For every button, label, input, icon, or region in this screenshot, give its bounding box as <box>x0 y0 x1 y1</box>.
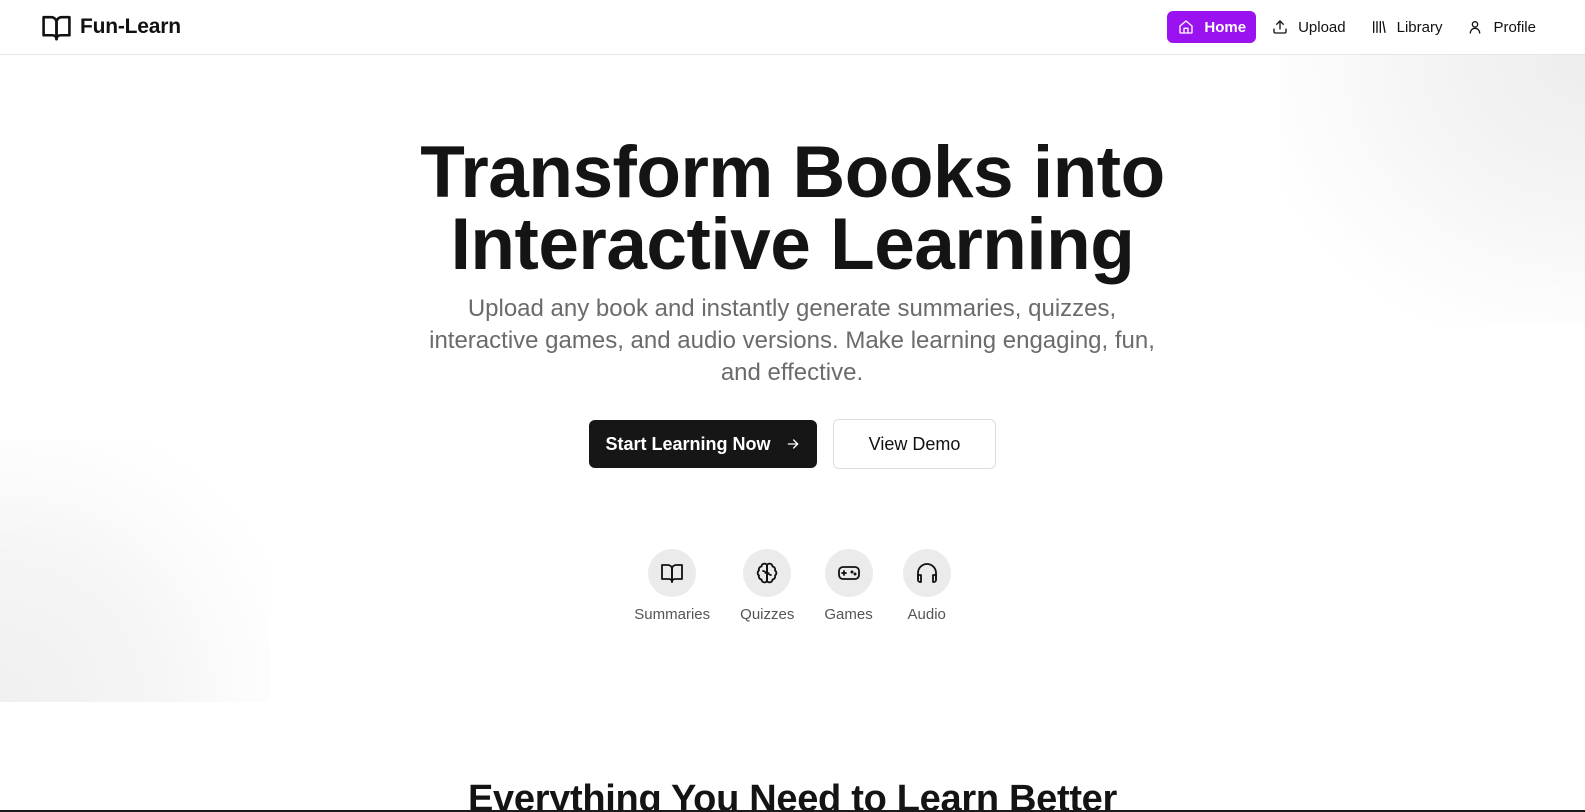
nav-item-profile[interactable]: Profile <box>1457 11 1545 43</box>
nav-item-label: Upload <box>1298 18 1346 36</box>
brand-name: Fun-Learn <box>80 15 181 38</box>
hero-subtitle: Upload any book and instantly generate s… <box>429 295 1155 386</box>
feature-quizzes: Quizzes <box>740 549 794 623</box>
view-demo-label: View Demo <box>868 433 961 454</box>
hero-title-line-1: Transform Books into <box>420 132 1165 213</box>
nav-item-upload[interactable]: Upload <box>1262 11 1355 43</box>
upload-icon <box>1272 19 1288 35</box>
feature-label: Audio <box>907 606 946 623</box>
user-icon <box>1467 19 1483 35</box>
view-demo-button[interactable]: View Demo <box>833 419 996 469</box>
page: Fun-Learn Home Upload Library Profile Tr… <box>0 0 1585 812</box>
feature-label: Summaries <box>634 606 711 623</box>
hero-title: Transform Books into Interactive Learnin… <box>0 132 1585 285</box>
feature-icon-circle <box>824 549 873 597</box>
nav-links: Home Upload Library Profile <box>1167 11 1545 43</box>
feature-icons-row: Summaries Quizzes Games Audio <box>0 549 1585 623</box>
feature-games: Games <box>824 549 873 623</box>
nav-item-label: Profile <box>1493 18 1536 36</box>
feature-summaries: Summaries <box>634 549 710 623</box>
gamepad-icon <box>837 561 861 585</box>
cta-row: Start Learning Now View Demo <box>0 419 1585 469</box>
feature-icon-circle <box>743 549 792 597</box>
nav-item-library[interactable]: Library <box>1361 11 1452 43</box>
book-open-icon <box>660 561 684 585</box>
brain-icon <box>755 561 779 585</box>
brand-logo-link[interactable]: Fun-Learn <box>41 11 181 43</box>
nav-item-label: Home <box>1204 18 1247 36</box>
top-navbar: Fun-Learn Home Upload Library Profile <box>0 0 1585 55</box>
nav-item-label: Library <box>1396 18 1443 36</box>
feature-icon-circle <box>648 549 697 597</box>
start-learning-button[interactable]: Start Learning Now <box>589 420 817 468</box>
arrow-right-icon <box>785 436 801 452</box>
feature-audio: Audio <box>902 549 951 623</box>
nav-item-home[interactable]: Home <box>1167 11 1257 43</box>
feature-label: Quizzes <box>740 606 795 623</box>
home-icon <box>1178 19 1194 35</box>
start-learning-label: Start Learning Now <box>605 433 771 454</box>
open-book-icon <box>41 12 72 43</box>
headphones-icon <box>915 561 939 585</box>
feature-icon-circle <box>902 549 951 597</box>
hero-title-line-2: Interactive Learning <box>450 204 1135 285</box>
feature-label: Games <box>824 606 873 623</box>
features-section-heading: Everything You Need to Learn Better <box>467 778 1117 812</box>
hero-section: Transform Books into Interactive Learnin… <box>0 55 1585 702</box>
library-icon <box>1371 19 1387 35</box>
